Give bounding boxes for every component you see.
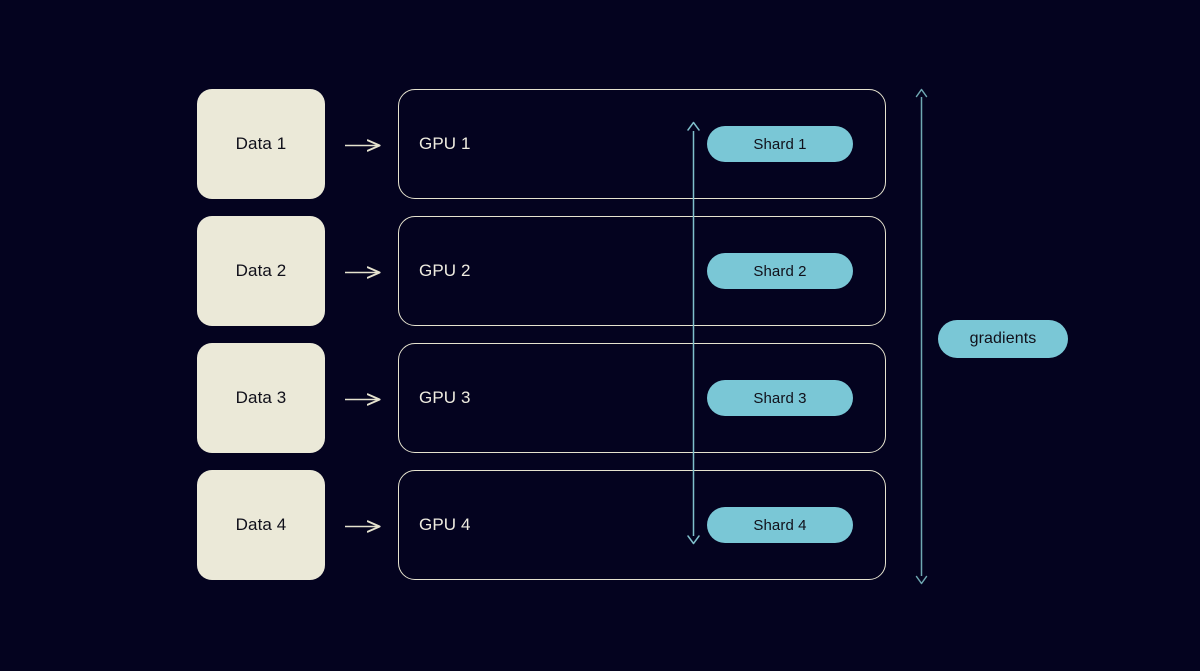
- gradient-reduce-double-arrow: [915, 88, 928, 585]
- shard-pill-label: Shard 4: [753, 516, 807, 534]
- shard-pill-4: Shard 4: [707, 507, 853, 543]
- gpu-box-3: GPU 3 Shard 3: [398, 343, 886, 453]
- shard-pill-2: Shard 2: [707, 253, 853, 289]
- data-box-1: Data 1: [197, 89, 325, 199]
- gradients-pill: gradients: [938, 320, 1068, 358]
- data-box-label: Data 2: [235, 261, 287, 280]
- diagram-canvas: Data 1 GPU 1 Shard 1 Data 2 GPU 2 Shard …: [0, 0, 1200, 671]
- data-box-3: Data 3: [197, 343, 325, 453]
- data-box-2: Data 2: [197, 216, 325, 326]
- gpu-label: GPU 1: [419, 134, 471, 153]
- gpu-box-2: GPU 2 Shard 2: [398, 216, 886, 326]
- data-box-4: Data 4: [197, 470, 325, 580]
- gradients-pill-label: gradients: [969, 330, 1037, 347]
- gpu-box-1: GPU 1 Shard 1: [398, 89, 886, 199]
- gpu-box-4: GPU 4 Shard 4: [398, 470, 886, 580]
- gpu-label: GPU 2: [419, 261, 471, 280]
- data-box-label: Data 3: [235, 388, 287, 407]
- shard-pill-label: Shard 1: [753, 135, 807, 153]
- shard-pill-label: Shard 2: [753, 262, 807, 280]
- gpu-label: GPU 4: [419, 515, 471, 534]
- data-box-label: Data 1: [235, 134, 287, 153]
- shard-pill-1: Shard 1: [707, 126, 853, 162]
- data-box-label: Data 4: [235, 515, 287, 534]
- shard-pill-3: Shard 3: [707, 380, 853, 416]
- shard-pill-label: Shard 3: [753, 389, 807, 407]
- gpu-label: GPU 3: [419, 388, 471, 407]
